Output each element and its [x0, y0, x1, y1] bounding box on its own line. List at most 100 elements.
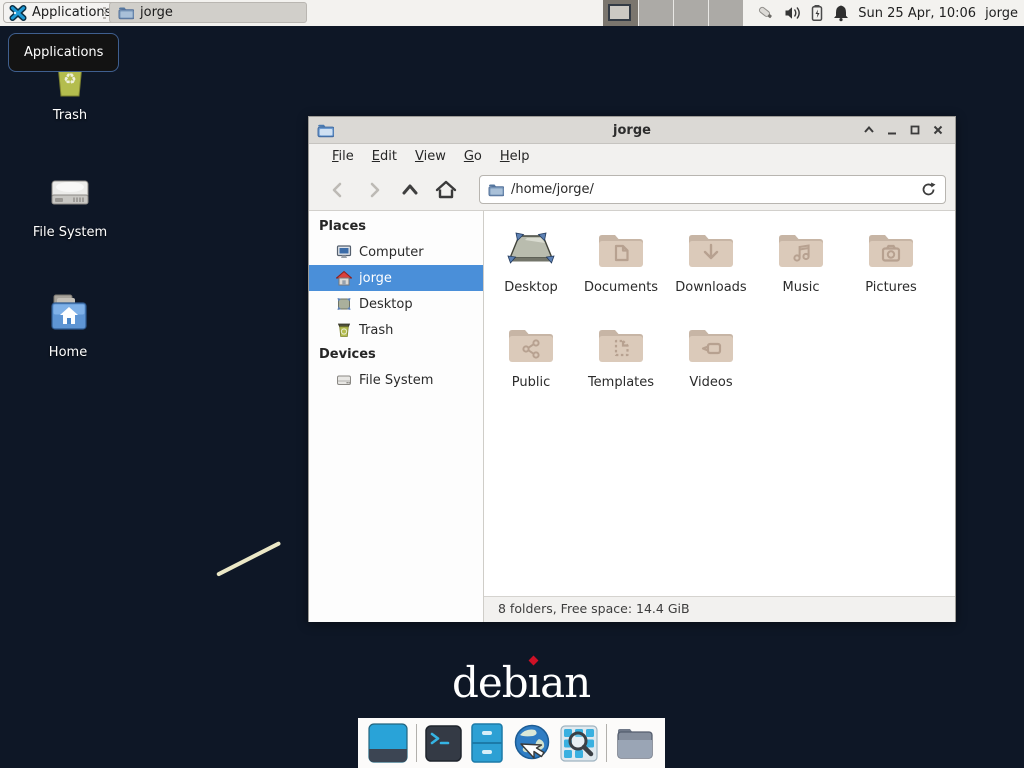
desktop-special-icon [507, 230, 555, 270]
back-button[interactable] [325, 177, 351, 203]
templates-folder-icon [597, 325, 645, 365]
volume-icon[interactable] [784, 5, 801, 21]
taskbar-window-button[interactable]: jorge [109, 2, 307, 23]
applications-button-label: Applications [32, 5, 111, 20]
panel-grip[interactable] [103, 7, 106, 19]
folder-label: Public [512, 375, 550, 390]
show-desktop-button[interactable] [368, 723, 408, 763]
workspace-1[interactable] [603, 0, 638, 26]
folder-label: Videos [689, 375, 732, 390]
sidebar-item-jorge[interactable]: jorge [309, 265, 483, 291]
trash-icon [336, 322, 352, 338]
shade-icon [863, 124, 875, 136]
folder-item-videos[interactable]: Videos [666, 314, 756, 409]
xfce-logo-icon [9, 4, 27, 22]
menu-help[interactable]: Help [491, 146, 539, 167]
top-panel: Applications jorge [0, 0, 1024, 26]
dock-separator [416, 724, 417, 762]
workspace-2[interactable] [638, 0, 673, 26]
folder-item-pictures[interactable]: Pictures [846, 219, 936, 314]
public-folder-icon [507, 325, 555, 365]
folder-item-downloads[interactable]: Downloads [666, 219, 756, 314]
reload-icon[interactable] [920, 181, 937, 198]
workspace-4[interactable] [708, 0, 743, 26]
sidebar-item-trash[interactable]: Trash [309, 317, 483, 343]
forward-button[interactable] [361, 177, 387, 203]
battery-icon[interactable] [810, 4, 824, 22]
address-input[interactable] [511, 182, 913, 197]
home-icon [336, 270, 352, 286]
folder-label: Desktop [504, 280, 558, 295]
folder-item-music[interactable]: Music [756, 219, 846, 314]
notifications-icon[interactable] [833, 4, 849, 22]
folder-item-documents[interactable]: Documents [576, 219, 666, 314]
harddrive-icon [336, 372, 352, 388]
desktop-icon-label: File System [33, 225, 107, 240]
web-browser-launcher[interactable] [512, 723, 552, 763]
app-finder-launcher[interactable] [560, 723, 598, 763]
panel-username[interactable]: jorge [985, 6, 1018, 21]
sidebar-item-filesystem[interactable]: File System [309, 367, 483, 393]
marker-icon[interactable] [756, 4, 775, 22]
minimize-button[interactable] [885, 123, 899, 137]
web-browser-icon [512, 723, 552, 763]
close-icon [932, 124, 944, 136]
home-button[interactable] [433, 177, 459, 203]
app-finder-icon [560, 725, 598, 762]
address-bar[interactable] [479, 175, 946, 204]
documents-folder-icon [597, 230, 645, 270]
workspace-3[interactable] [673, 0, 708, 26]
workspace-switcher[interactable] [603, 0, 743, 26]
svg-text:♻: ♻ [63, 70, 76, 88]
desktop-icon-label: Trash [53, 108, 87, 123]
harddrive-icon [46, 169, 94, 217]
folder-item-desktop[interactable]: Desktop [486, 219, 576, 314]
sidebar: Places Computer jorge [309, 211, 484, 622]
show-desktop-icon [368, 723, 408, 763]
videos-folder-icon [687, 325, 735, 365]
clock[interactable]: Sun 25 Apr, 10:06 [858, 6, 976, 21]
window-titlebar[interactable]: jorge [309, 117, 955, 144]
desktop: Applications jorge [0, 0, 1024, 768]
applications-tooltip: Applications [8, 33, 119, 72]
window-controls [862, 117, 945, 143]
sidebar-item-label: Trash [359, 323, 393, 338]
home-folder-icon [44, 289, 92, 337]
folder-label: Templates [588, 375, 654, 390]
close-button[interactable] [931, 123, 945, 137]
menu-view[interactable]: View [406, 146, 455, 167]
terminal-launcher[interactable] [425, 723, 462, 763]
desktop-line-artifact [216, 541, 281, 577]
menu-go[interactable]: Go [455, 146, 491, 167]
address-folder-icon [488, 182, 504, 197]
folder-icon [118, 5, 134, 20]
workspace-window-thumb [608, 4, 631, 21]
sidebar-item-computer[interactable]: Computer [309, 239, 483, 265]
up-button[interactable] [397, 177, 423, 203]
status-text: 8 folders, Free space: 14.4 GiB [498, 601, 690, 616]
window-title: jorge [309, 123, 955, 138]
sidebar-item-desktop[interactable]: Desktop [309, 291, 483, 317]
sidebar-item-label: File System [359, 373, 433, 388]
file-manager-icon [615, 725, 655, 761]
desktop-icon-home[interactable]: Home [20, 289, 116, 360]
folder-item-public[interactable]: Public [486, 314, 576, 409]
desktop-icon-filesystem[interactable]: File System [22, 169, 118, 240]
folder-label: Documents [584, 280, 658, 295]
statusbar: 8 folders, Free space: 14.4 GiB [484, 596, 955, 622]
window-body: Places Computer jorge [309, 211, 955, 622]
menu-file[interactable]: File [323, 146, 363, 167]
folder-item-templates[interactable]: Templates [576, 314, 666, 409]
sidebar-devices-header: Devices [309, 343, 483, 367]
sidebar-places-header: Places [309, 215, 483, 239]
forward-icon [364, 180, 384, 200]
shade-button[interactable] [862, 123, 876, 137]
debian-logo-text: deb [452, 658, 528, 707]
file-manager-launcher[interactable] [615, 723, 655, 763]
sidebar-item-label: Computer [359, 245, 424, 260]
dock-separator [606, 724, 607, 762]
file-cabinet-launcher[interactable] [470, 723, 504, 763]
menu-edit[interactable]: Edit [363, 146, 406, 167]
dock [358, 718, 665, 768]
maximize-button[interactable] [908, 123, 922, 137]
